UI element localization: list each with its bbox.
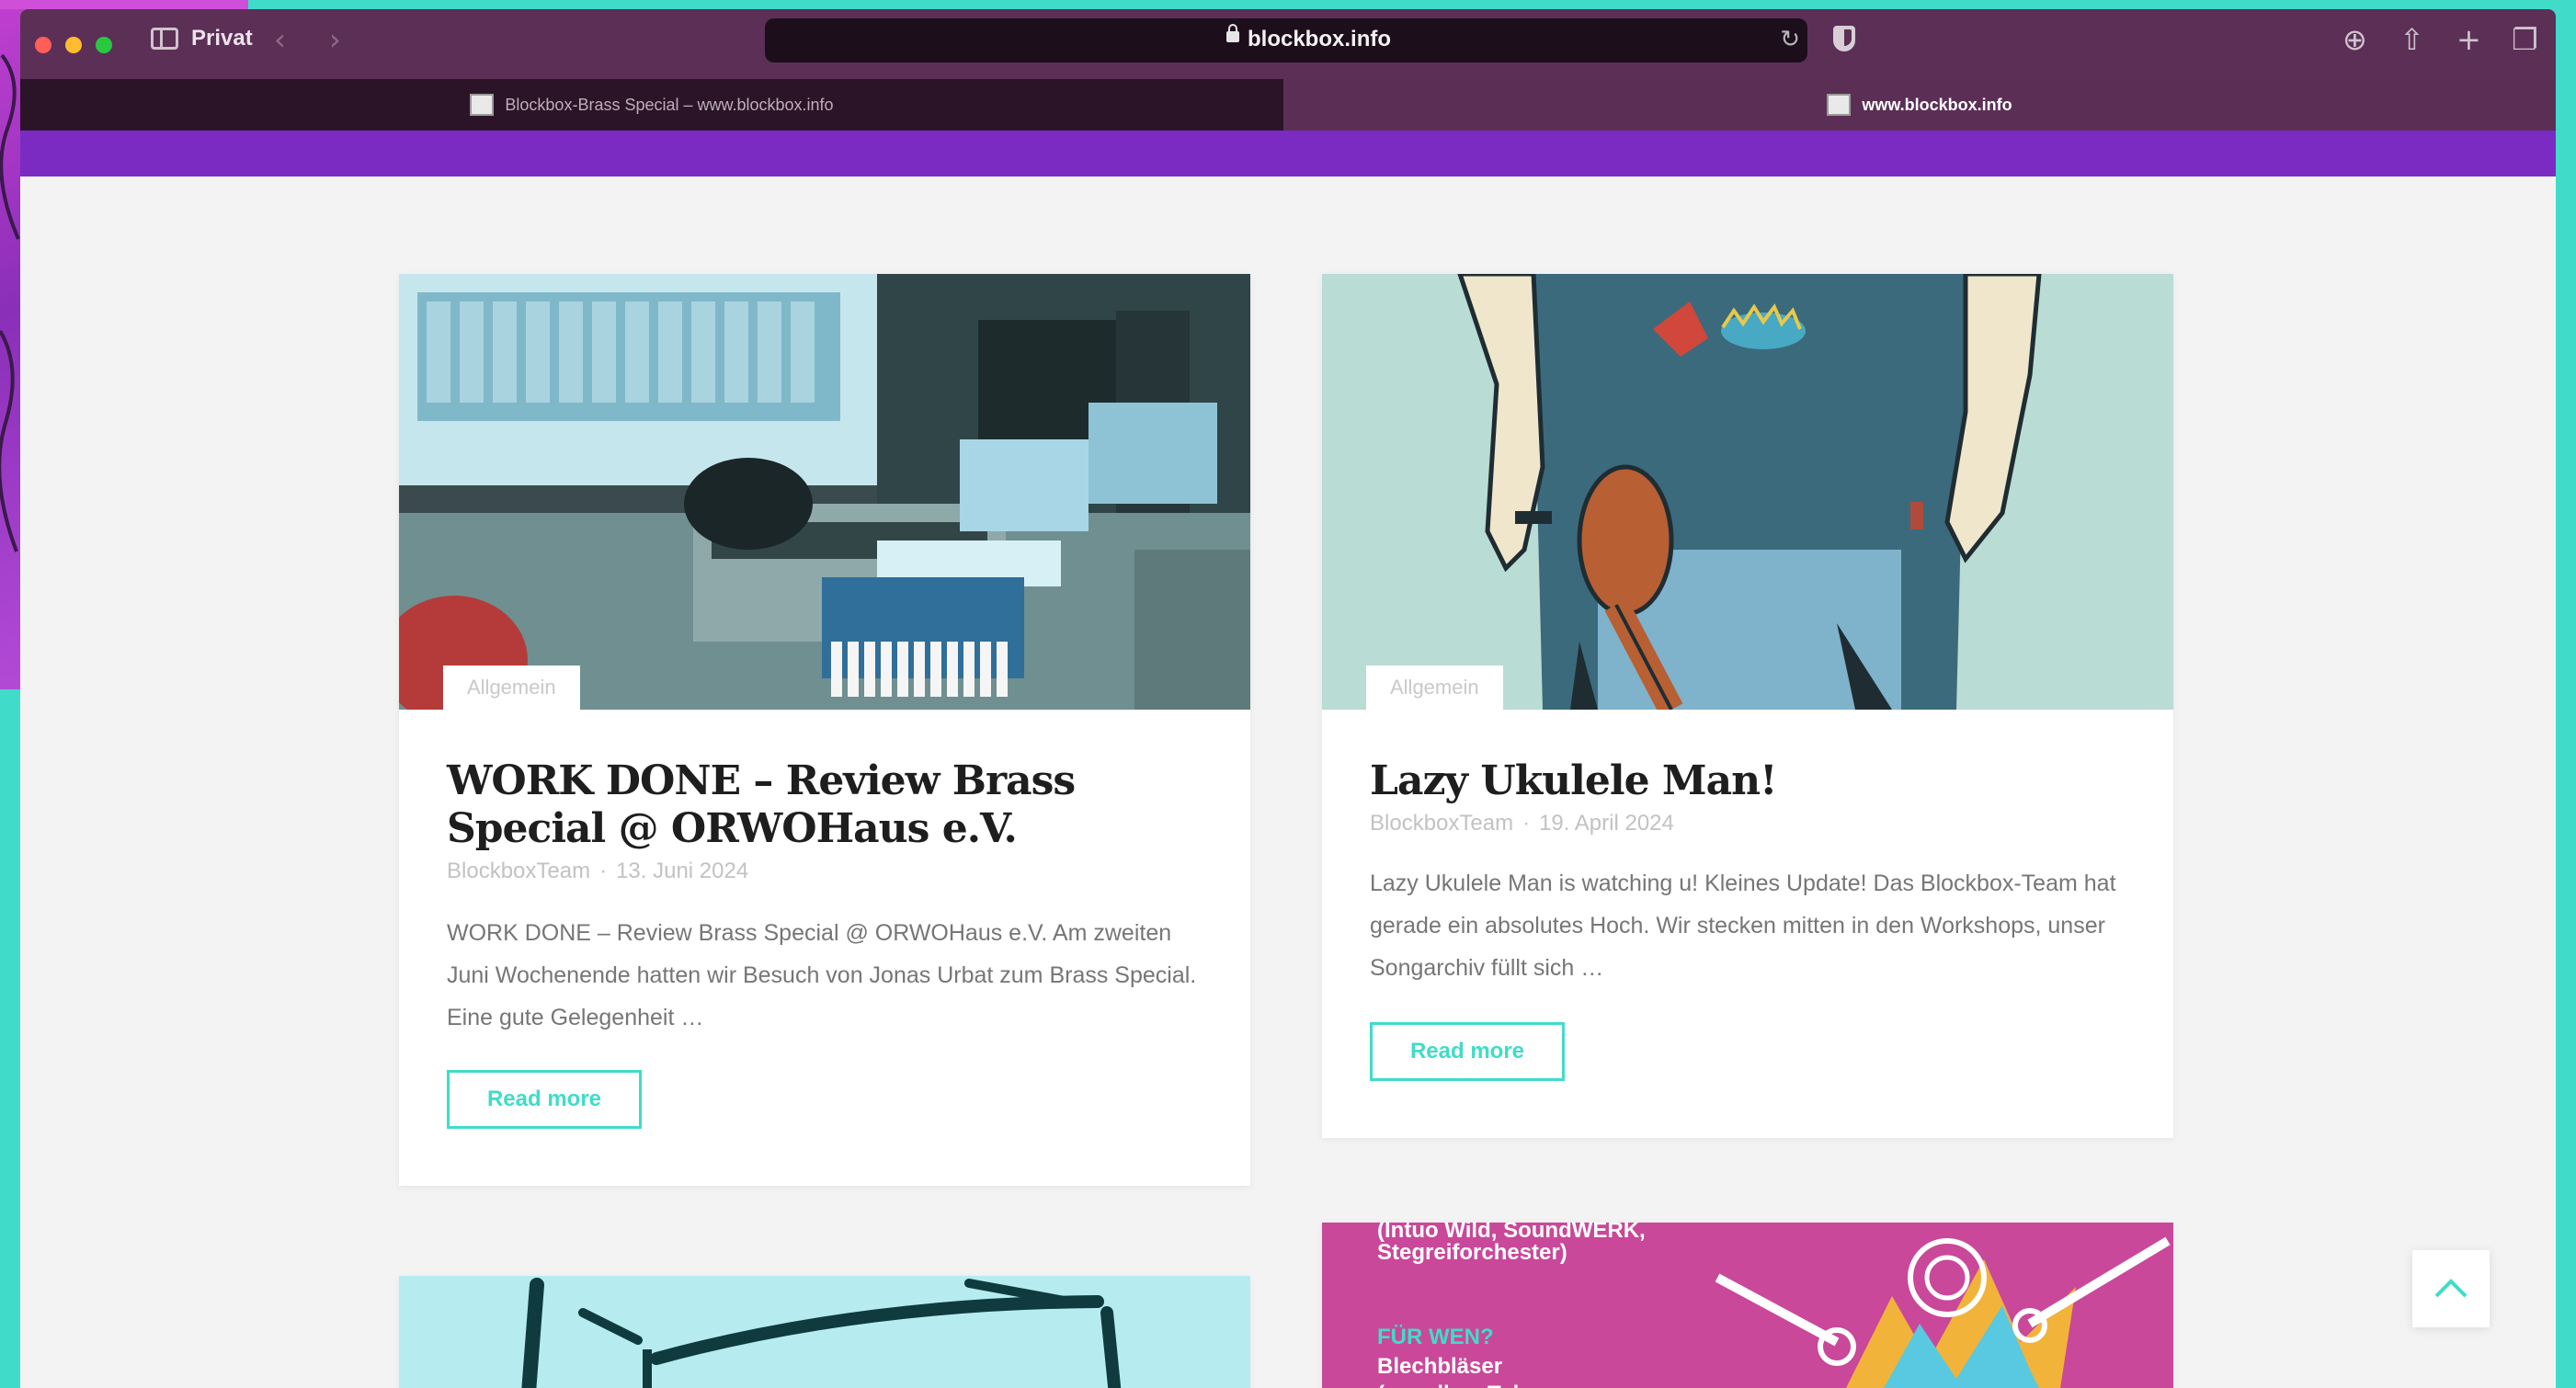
tab-blockbox-brass-special[interactable]: Blockbox-Brass Special – www.blockbox.in… <box>20 79 1283 131</box>
reload-icon[interactable]: ↻ <box>1780 26 1800 53</box>
lock-icon <box>1226 24 1239 42</box>
tab-overview-icon[interactable]: ❐ <box>2512 22 2538 57</box>
zoom-window-button[interactable] <box>96 37 112 53</box>
post-card-partial <box>399 1276 1250 1388</box>
category-badge[interactable]: Allgemein <box>443 666 580 710</box>
post-image-illustration[interactable] <box>399 1276 1250 1388</box>
tab-bar: Blockbox-Brass Special – www.blockbox.in… <box>20 79 2556 131</box>
privacy-shield-icon[interactable] <box>1833 26 1855 51</box>
share-icon[interactable]: ⇧ <box>2399 22 2424 57</box>
back-arrow-icon[interactable]: ‹ <box>274 22 286 57</box>
background-decoration-top <box>0 0 248 9</box>
category-badge[interactable]: Allgemein <box>1366 666 1503 710</box>
tab-blockbox-home[interactable]: www.blockbox.info <box>1283 79 2556 131</box>
blog-post-grid: Allgemein WORK DONE – Review Brass Speci… <box>20 176 2556 1388</box>
browser-window: Privat ‹ › blockbox.info ↻ ⊕ ⇧ + ❐ Block… <box>20 9 2556 1388</box>
site-header-bar <box>20 131 2556 176</box>
post-image-ukulele-man[interactable] <box>1322 274 2173 710</box>
sidebar-toggle-icon[interactable] <box>151 28 178 50</box>
scroll-to-top-button[interactable] <box>2412 1250 2490 1327</box>
post-title[interactable]: WORK DONE – Review Brass Special @ ORWOH… <box>447 757 1219 853</box>
poster-heading: FÜR WEN? <box>1377 1325 1494 1349</box>
post-image-studio-setup[interactable] <box>399 274 1250 710</box>
close-window-button[interactable] <box>35 37 51 53</box>
new-tab-plus-icon[interactable]: + <box>2456 22 2481 57</box>
post-date: 13. Juni 2024 <box>616 859 749 883</box>
private-mode-label: Privat <box>191 26 253 51</box>
post-date: 19. April 2024 <box>1539 811 1674 836</box>
tab-title: Blockbox-Brass Special – www.blockbox.in… <box>505 95 834 114</box>
post-meta: BlockboxTeam · 13. Juni 2024 <box>447 859 748 884</box>
post-meta: BlockboxTeam · 19. April 2024 <box>1370 811 1674 836</box>
post-excerpt: WORK DONE – Review Brass Special @ ORWOH… <box>447 920 1197 1030</box>
post-title[interactable]: Lazy Ukulele Man! <box>1370 757 2142 805</box>
read-more-button[interactable]: Read more <box>1370 1022 1565 1081</box>
tab-title: www.blockbox.info <box>1862 95 2012 114</box>
browser-toolbar: Privat ‹ › blockbox.info ↻ ⊕ ⇧ + ❐ <box>20 9 2556 79</box>
minimize-window-button[interactable] <box>65 37 82 53</box>
post-card: Allgemein WORK DONE – Review Brass Speci… <box>399 274 1250 1186</box>
favicon-icon <box>1827 94 1852 116</box>
post-card: Allgemein Lazy Ukulele Man! BlockboxTeam… <box>1322 274 2173 1138</box>
poster-line: Stegreiforchester) <box>1377 1240 1567 1265</box>
post-author[interactable]: BlockboxTeam <box>447 859 590 883</box>
favicon-icon <box>470 94 495 116</box>
post-card-partial: (Intuo Wild, SoundWERK, Stegreiforcheste… <box>1322 1223 2173 1388</box>
post-author[interactable]: BlockboxTeam <box>1370 811 1513 836</box>
read-more-button[interactable]: Read more <box>447 1070 642 1129</box>
poster-line: (vor allem Tuba <box>1377 1381 1539 1388</box>
chevron-up-icon <box>2434 1279 2468 1298</box>
post-excerpt: Lazy Ukulele Man is watching u! Kleines … <box>1370 870 2116 981</box>
address-bar[interactable]: blockbox.info ↻ <box>765 18 1807 63</box>
meta-separator: · <box>599 859 608 883</box>
forward-arrow-icon[interactable]: › <box>329 22 341 57</box>
meta-separator: · <box>1522 811 1531 836</box>
url-text: blockbox.info <box>1248 27 1391 51</box>
poster-line: Blechbläser <box>1377 1354 1503 1379</box>
download-icon[interactable]: ⊕ <box>2342 22 2367 57</box>
